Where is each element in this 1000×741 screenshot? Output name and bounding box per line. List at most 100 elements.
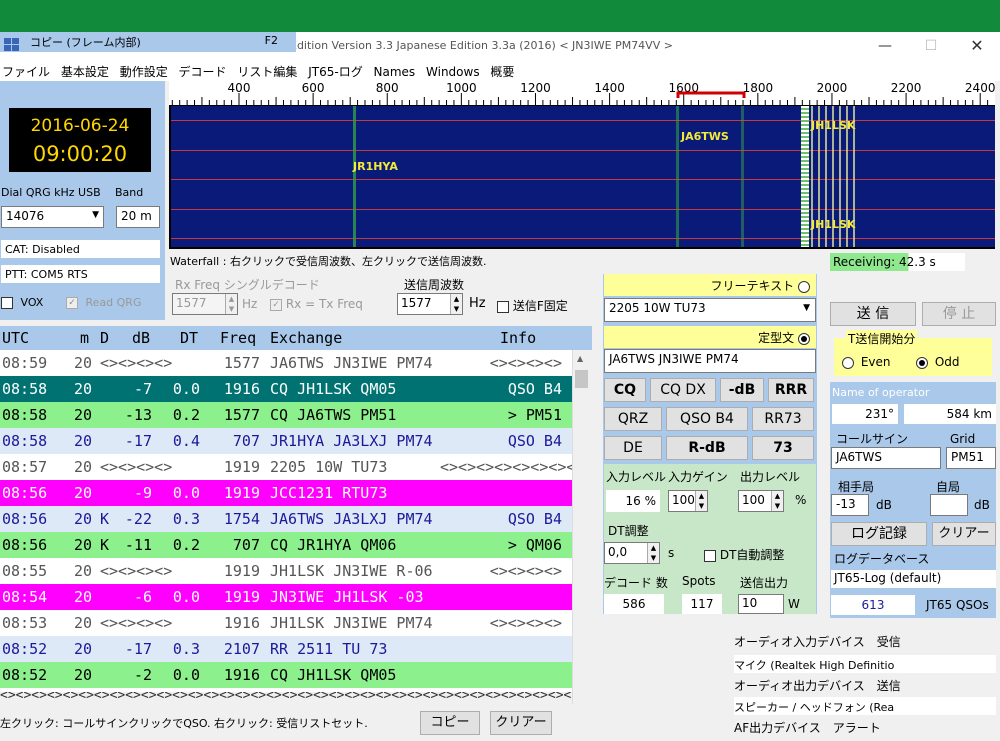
decode-cell-dt: 0.0 (172, 588, 200, 606)
decode-list: 08:59 20 <><><><> 1577 JA6TWS JN3IWE PM74 <><… (0, 350, 572, 692)
fixed-message-field[interactable]: JA6TWS JN3IWE PM74 (604, 349, 816, 373)
decode-row[interactable]: 08:57 20 <><><><> 1919 2205 10W TU73 <><><><>… (0, 454, 572, 480)
decode-cell-utc: 08:57 (2, 458, 48, 476)
close-icon[interactable]: ✕ (962, 36, 992, 56)
vox-checkbox[interactable]: VOX (1, 296, 43, 309)
input-gain-spinner[interactable]: 100 ▲ ▼ (668, 490, 708, 512)
macro-cq-button[interactable]: CQ (604, 378, 646, 402)
decode-cell-utc: 08:52 (2, 640, 48, 658)
tx-start-label: T送信開始分 (846, 330, 918, 347)
app-icon (4, 38, 20, 52)
decode-cell-db: -6 (133, 588, 152, 606)
minimize-icon[interactable]: — (870, 36, 900, 56)
decode-cell-exchange: RR 2511 TU 73 (270, 640, 388, 658)
decode-row[interactable]: 08:52 20 -17 0.3 2107 RR 2511 TU 73 (0, 636, 572, 662)
output-level-spinner[interactable]: 100 ▲ ▼ (738, 490, 784, 512)
decode-row[interactable]: 08:56 20 K -22 0.3 1754 JA6TWS JA3LXJ PM74 QSO … (0, 506, 572, 532)
fixed-message-radio-icon (798, 332, 810, 345)
macro-de-button[interactable]: DE (604, 436, 662, 460)
decode-cell-exchange: JA6TWS JN3IWE PM74 (270, 354, 433, 372)
decode-cell-db: -2 (133, 666, 152, 684)
macro-rr73-button[interactable]: RR73 (752, 407, 814, 431)
copy-button[interactable]: コピー (420, 711, 480, 735)
dt-auto-checkbox[interactable]: DT自動調整 (704, 546, 784, 563)
macro-r-db-button[interactable]: R-dB (666, 436, 748, 460)
decode-row[interactable]: 08:56 20 K -11 0.2 707 CQ JR1HYA QM06 > QM06 (0, 532, 572, 558)
macro-qrz-button[interactable]: QRZ (604, 407, 662, 431)
menu-about[interactable]: 概要 (488, 60, 519, 80)
dt-auto-label: DT自動調整 (719, 548, 785, 562)
scroll-up-icon[interactable]: ▲ (577, 354, 583, 363)
band-field[interactable]: 20 m (116, 206, 160, 228)
decode-row[interactable]: 08:59 20 <><><><> 1577 JA6TWS JN3IWE PM74 <><… (0, 350, 572, 376)
read-qrg-checkbox[interactable]: ✓ Read QRG (66, 296, 141, 309)
macro-cq-dx-button[interactable]: CQ DX (650, 378, 716, 402)
even-radio[interactable]: Even (842, 355, 891, 369)
tx-freq-spinner[interactable]: 1577 ▲ ▼ (397, 293, 463, 315)
free-text-select[interactable]: 2205 10W TU73 ▼ (604, 298, 816, 322)
menu-operation-settings[interactable]: 動作設定 (118, 60, 173, 80)
audio-output-value: スピーカー / ヘッドフォン (Rea (734, 697, 996, 715)
af-output-label: AF出力デバイス アラート (734, 721, 881, 735)
free-text-radio[interactable]: フリーテキスト (604, 274, 816, 296)
log-qso-button[interactable]: ログ記録 (831, 522, 927, 546)
menu-windows[interactable]: Windows (424, 62, 485, 79)
rx-eq-tx-checkbox[interactable]: ✓ Rx = Tx Freq (270, 297, 363, 311)
menu-file[interactable]: ファイル (0, 60, 55, 80)
decode-list-scrollbar[interactable]: ▲ (572, 350, 590, 704)
decode-list-hscroll[interactable]: <><><><><><><><><><><><><><><><><><><><>… (0, 692, 572, 704)
stop-button[interactable]: 停 止 (922, 302, 996, 326)
scale-tick-label: 1200 (520, 81, 551, 95)
decode-cell-utc: 08:55 (2, 562, 48, 580)
decode-row[interactable]: 08:58 20 -7 0.0 1916 CQ JH1LSK QM05 QSO B4 (0, 376, 572, 402)
decode-row[interactable]: 08:53 20 <><><><> 1916 JH1LSK JN3IWE PM74 <><… (0, 610, 572, 636)
fixed-message-radio[interactable]: 定型文 (604, 326, 816, 348)
dt-adjust-value: 0,0 (608, 545, 628, 559)
decode-row[interactable]: 08:56 20 -9 0.0 1919 JCC1231 RTU73 (0, 480, 572, 506)
macro-rrr-button[interactable]: RRR (768, 378, 814, 402)
transmit-button[interactable]: 送 信 (830, 302, 916, 326)
dt-adjust-spinner[interactable]: 0,0 ▲ ▼ (604, 542, 660, 564)
menu-jt65-log[interactable]: JT65-ログ (306, 60, 367, 80)
dt-auto-check-icon (704, 549, 716, 562)
decode-cell-freq: 1577 (223, 406, 260, 424)
decode-cell-freq: 1919 (223, 458, 260, 476)
frequency-scale[interactable]: 400 600 800 1000 1200 1400 1600 1800 2000 2200 240… (169, 81, 995, 105)
menu-decode[interactable]: デコード (177, 60, 232, 80)
decode-row[interactable]: 08:52 20 -2 0.0 1916 CQ JH1LSK QM05 (0, 662, 572, 688)
decode-row[interactable]: 08:55 20 <><><><> 1919 JH1LSK JN3IWE R-06 <><… (0, 558, 572, 584)
free-text-value: 2205 10W TU73 (609, 301, 706, 315)
scroll-thumb[interactable] (575, 370, 588, 388)
decode-row[interactable]: 08:54 20 -6 0.0 1919 JN3IWE JH1LSK -03 (0, 584, 572, 610)
callsign-field[interactable]: JA6TWS (831, 447, 941, 469)
dial-qrg-select[interactable]: 14076 ▼ (1, 206, 104, 228)
tx-freq-fix-checkbox[interactable]: 送信F固定 (497, 297, 568, 314)
decode-cell-freq: 1919 (223, 562, 260, 580)
decode-cell-m: 20 (73, 640, 92, 658)
clear-list-button[interactable]: クリアー (490, 711, 552, 735)
grid-label: Grid (950, 432, 976, 446)
waterfall-label-ja6tws: JA6TWS (681, 130, 729, 143)
decode-row[interactable]: 08:58 20 -17 0.4 707 JR1HYA JA3LXJ PM74 QSO B4 (0, 428, 572, 454)
scale-tick-label: 1400 (594, 81, 625, 95)
grid-field[interactable]: PM51 (946, 447, 996, 469)
clear-operator-button[interactable]: クリアー (932, 522, 996, 546)
rx-freq-spinner[interactable]: 1577 ▲ ▼ (172, 293, 238, 315)
maximize-icon[interactable]: ☐ (916, 36, 946, 56)
signal-trace (353, 106, 356, 247)
odd-radio[interactable]: Odd (916, 355, 960, 369)
waterfall-display[interactable]: JA6TWS JR1HYA JH1LSK JH1LSK (171, 106, 995, 247)
menu-basic-settings[interactable]: 基本設定 (59, 60, 114, 80)
decode-cell-exchange: JR1HYA JA3LXJ PM74 (270, 432, 433, 450)
dt-adjust-label: DT調整 (608, 524, 649, 538)
own-db-field[interactable] (930, 494, 968, 516)
macro-qso-b4-button[interactable]: QSO B4 (666, 407, 748, 431)
tx-power-field[interactable]: 10 (738, 594, 784, 614)
signal-trace (676, 106, 679, 247)
macro-73-button[interactable]: 73 (752, 436, 814, 460)
menu-list-edit[interactable]: リスト編集 (235, 60, 302, 80)
menu-names[interactable]: Names (372, 62, 421, 79)
decode-row[interactable]: 08:58 20 -13 0.2 1577 CQ JA6TWS PM51 > PM51 (0, 402, 572, 428)
their-db-field[interactable]: -13 (831, 494, 869, 516)
macro-db-button[interactable]: -dB (720, 378, 764, 402)
